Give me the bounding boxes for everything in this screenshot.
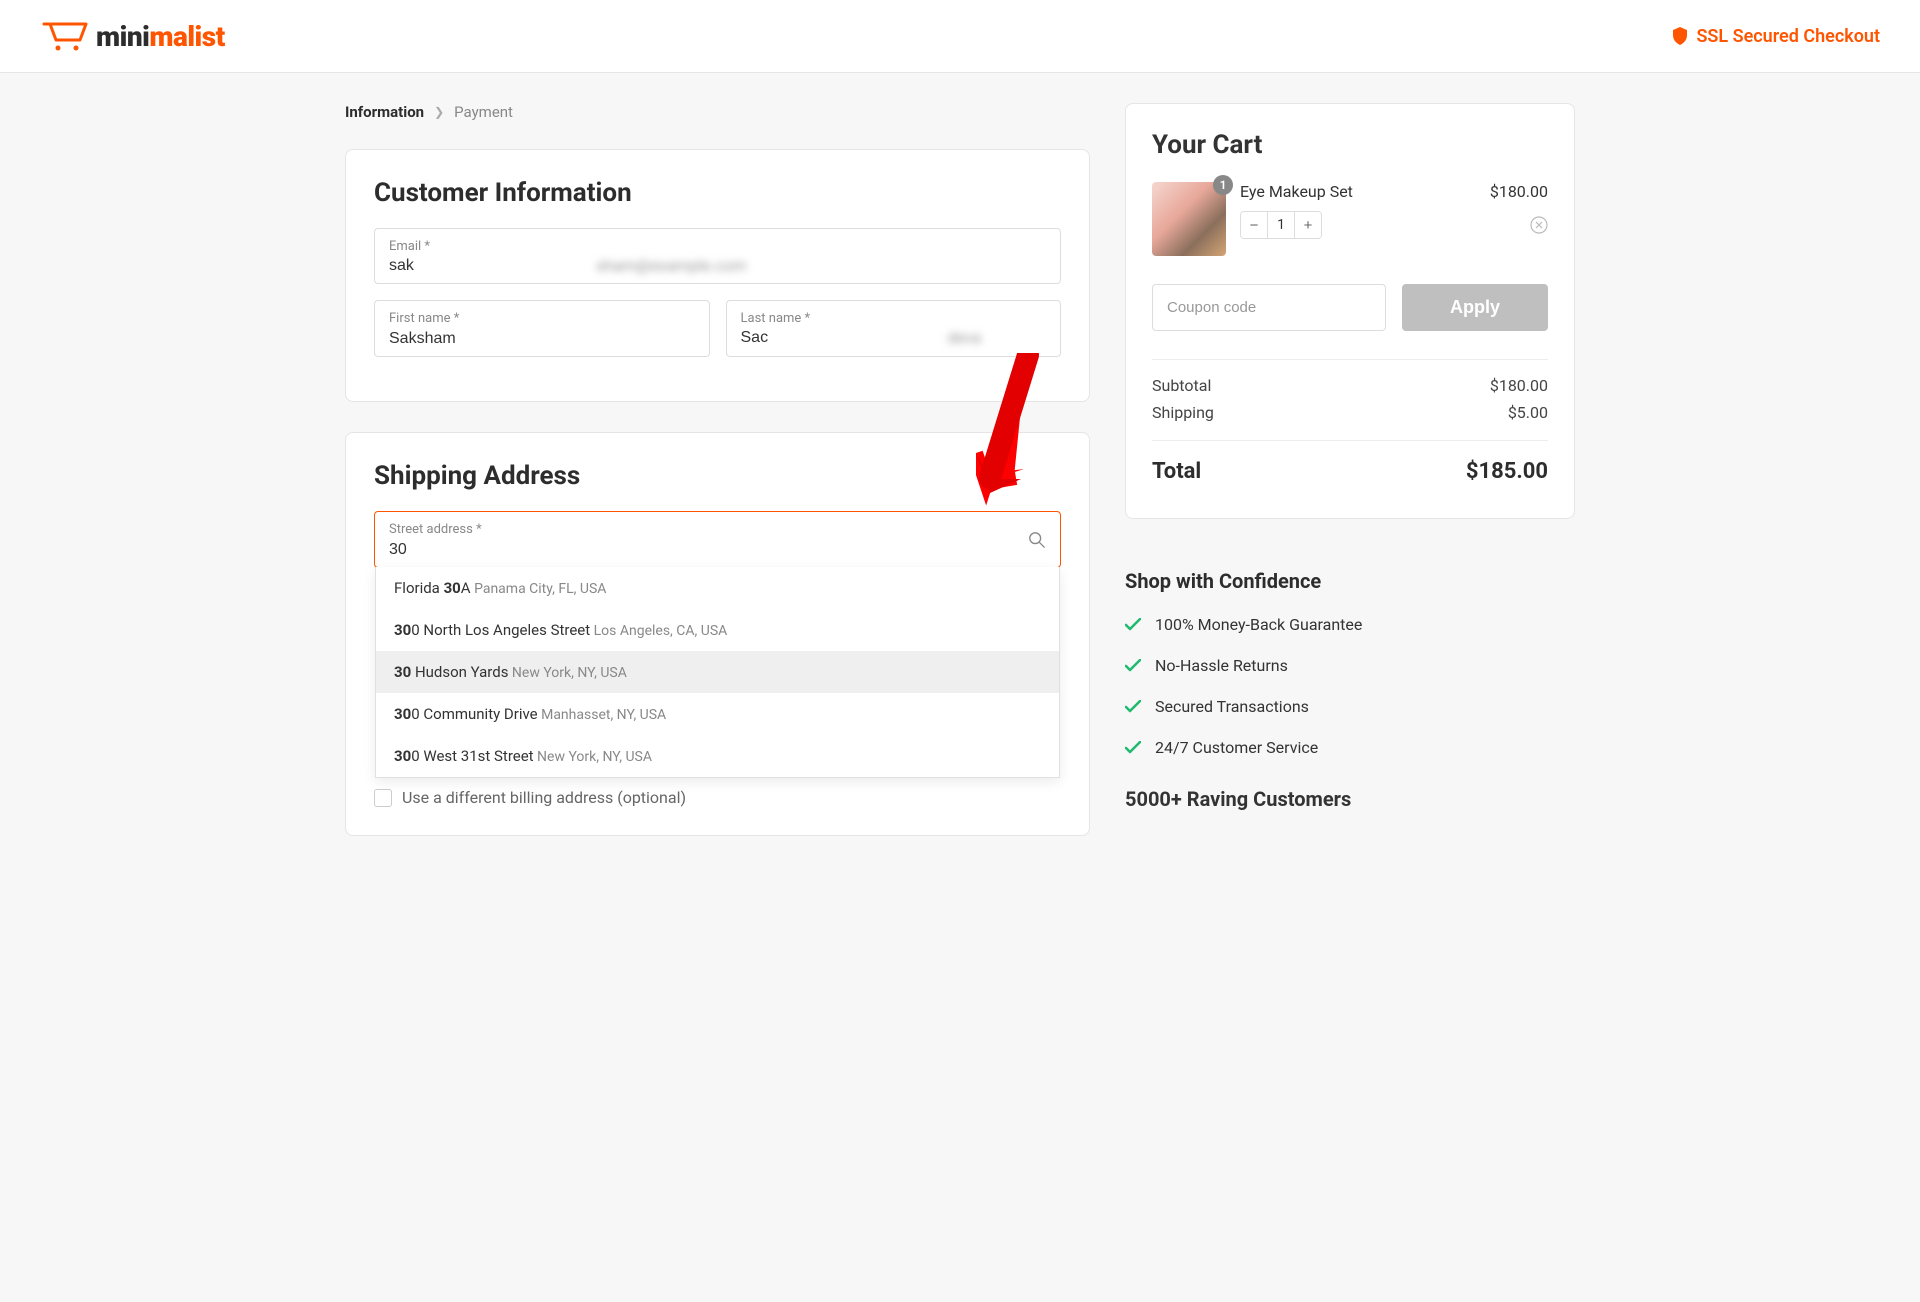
email-label: Email * [389, 239, 1046, 254]
shield-icon [1672, 27, 1688, 45]
logo[interactable]: minimalist [40, 18, 225, 54]
total-label: Total [1152, 459, 1201, 484]
check-icon [1125, 659, 1141, 673]
autocomplete-suggestion[interactable]: 30 Hudson Yards New York, NY, USA [376, 651, 1059, 693]
coupon-input[interactable] [1152, 284, 1386, 331]
cart-title: Your Cart [1152, 130, 1548, 160]
breadcrumb: Information ❯ Payment [345, 103, 1090, 121]
customer-info-card: Customer Information Email * sham@exampl… [345, 149, 1090, 402]
chevron-right-icon: ❯ [434, 105, 444, 119]
checkbox-icon[interactable] [374, 789, 392, 807]
last-name-field-wrapper[interactable]: Last name * deva [726, 300, 1062, 357]
address-autocomplete-dropdown: Florida 30A Panama City, FL, USA 300 Nor… [375, 567, 1060, 778]
page-header: minimalist SSL Secured Checkout [0, 0, 1920, 73]
billing-address-checkbox[interactable]: Use a different billing address (optiona… [374, 788, 1061, 807]
email-field[interactable] [389, 257, 596, 275]
check-icon [1125, 741, 1141, 755]
confidence-item: 100% Money-Back Guarantee [1125, 615, 1575, 634]
street-address-label: Street address * [389, 522, 1046, 537]
shipping-value: $5.00 [1508, 403, 1548, 422]
autocomplete-suggestion[interactable]: 300 Community Drive Manhasset, NY, USA [376, 693, 1059, 735]
first-name-label: First name * [389, 311, 695, 326]
cart-item-price: $180.00 [1490, 182, 1548, 201]
email-field-wrapper[interactable]: Email * sham@example.com [374, 228, 1061, 284]
apply-coupon-button[interactable]: Apply [1402, 284, 1548, 331]
check-icon [1125, 700, 1141, 714]
breadcrumb-step-information[interactable]: Information [345, 103, 424, 121]
customer-info-title: Customer Information [374, 178, 1061, 208]
subtotal-row: Subtotal $180.00 [1152, 376, 1548, 395]
autocomplete-suggestion[interactable]: Florida 30A Panama City, FL, USA [376, 567, 1059, 609]
street-address-field[interactable] [389, 541, 1046, 559]
total-value: $185.00 [1466, 459, 1548, 484]
subtotal-label: Subtotal [1152, 376, 1211, 395]
shipping-row: Shipping $5.00 [1152, 403, 1548, 422]
autocomplete-suggestion[interactable]: 300 West 31st Street New York, NY, USA [376, 735, 1059, 777]
product-thumbnail: 1 [1152, 182, 1226, 256]
confidence-item: 24/7 Customer Service [1125, 738, 1575, 757]
cart-card: Your Cart 1 Eye Makeup Set $180.00 − 1 + [1125, 103, 1575, 519]
first-name-field[interactable] [389, 330, 695, 348]
remove-item-button[interactable] [1530, 216, 1548, 234]
shop-confidence-section: Shop with Confidence 100% Money-Back Gua… [1125, 569, 1575, 811]
quantity-stepper: − 1 + [1240, 211, 1322, 239]
total-row: Total $185.00 [1152, 440, 1548, 484]
first-name-field-wrapper[interactable]: First name * [374, 300, 710, 357]
confidence-title: Shop with Confidence [1125, 569, 1575, 593]
cart-icon [40, 18, 88, 54]
last-name-label: Last name * [741, 311, 1047, 326]
qty-increase-button[interactable]: + [1295, 212, 1321, 238]
search-icon [1028, 531, 1046, 549]
street-address-field-wrapper[interactable]: Street address * Florida 30A Panama City… [374, 511, 1061, 568]
qty-decrease-button[interactable]: − [1241, 212, 1267, 238]
billing-checkbox-label: Use a different billing address (optiona… [402, 788, 686, 807]
breadcrumb-step-payment[interactable]: Payment [454, 103, 513, 121]
cart-item: 1 Eye Makeup Set $180.00 − 1 + [1152, 182, 1548, 256]
quantity-badge: 1 [1213, 175, 1233, 195]
raving-customers-title: 5000+ Raving Customers [1125, 787, 1575, 811]
ssl-text: SSL Secured Checkout [1696, 26, 1880, 47]
cart-item-name: Eye Makeup Set [1240, 182, 1353, 201]
last-name-field[interactable] [741, 329, 948, 347]
shipping-title: Shipping Address [374, 461, 1061, 491]
confidence-item: Secured Transactions [1125, 697, 1575, 716]
logo-text-mini: mini [96, 20, 149, 53]
ssl-badge: SSL Secured Checkout [1672, 26, 1880, 47]
logo-text-malist: malist [149, 20, 224, 53]
qty-value: 1 [1267, 212, 1295, 238]
shipping-label: Shipping [1152, 403, 1214, 422]
confidence-item: No-Hassle Returns [1125, 656, 1575, 675]
check-icon [1125, 618, 1141, 632]
shipping-address-card: Shipping Address Street address * Florid… [345, 432, 1090, 836]
autocomplete-suggestion[interactable]: 300 North Los Angeles Street Los Angeles… [376, 609, 1059, 651]
subtotal-value: $180.00 [1490, 376, 1548, 395]
